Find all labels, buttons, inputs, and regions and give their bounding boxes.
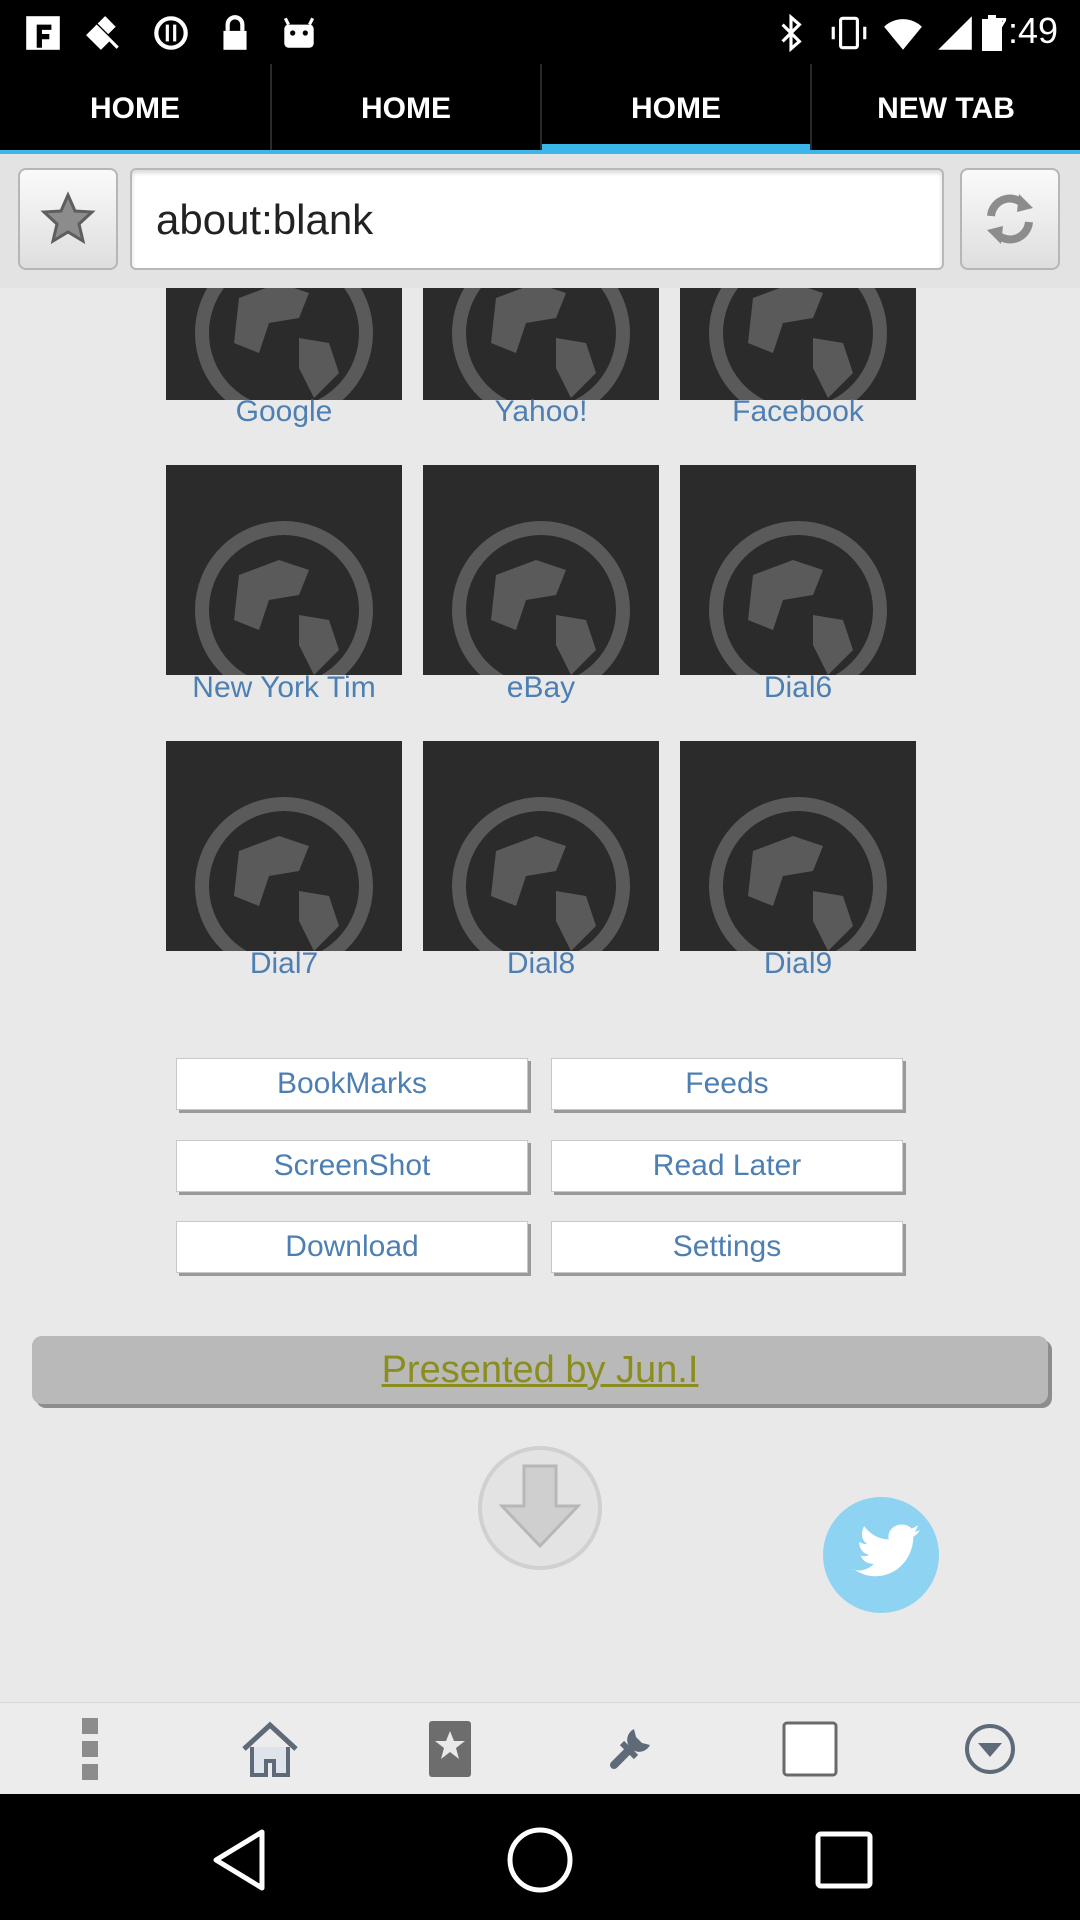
presented-by-banner[interactable]: Presented by Jun.I: [32, 1336, 1048, 1404]
speed-dial-tile-nytimes[interactable]: [166, 465, 402, 675]
overflow-menu-button[interactable]: [54, 1713, 126, 1785]
tab-home-1[interactable]: HOME: [0, 64, 270, 154]
home-icon: [242, 1721, 298, 1777]
button-label: Feeds: [685, 1067, 769, 1100]
refresh-button[interactable]: [960, 168, 1060, 270]
overflow-menu-icon: [82, 1718, 98, 1780]
speed-dial-tile-yahoo[interactable]: [423, 288, 659, 400]
bluetooth-icon: [781, 13, 802, 53]
star-icon: [40, 191, 96, 245]
twitter-bird-icon[interactable]: [822, 1496, 940, 1614]
globe-icon: [195, 521, 373, 675]
status-clock: 7:49: [987, 10, 1058, 51]
screenshot-button[interactable]: ScreenShot: [176, 1140, 528, 1192]
dropdown-circle-icon: [965, 1724, 1015, 1774]
button-label: ScreenShot: [273, 1149, 431, 1182]
tabs-button[interactable]: [774, 1713, 846, 1785]
lock-icon: [223, 15, 247, 50]
button-label: BookMarks: [276, 1067, 428, 1100]
globe-icon: [195, 288, 373, 400]
globe-icon: [452, 797, 630, 951]
globe-icon: [195, 797, 373, 951]
speed-dial-label[interactable]: Dial6: [680, 671, 916, 705]
button-label: Read Later: [652, 1149, 802, 1182]
button-label: Settings: [672, 1230, 782, 1263]
satellite-icon: [86, 16, 119, 50]
bookmark-star-button[interactable]: [18, 168, 118, 270]
speed-dial-label[interactable]: Dial7: [166, 947, 402, 981]
bottom-toolbar: [0, 1702, 1080, 1795]
bookmarks-button[interactable]: BookMarks: [176, 1058, 528, 1110]
speed-dial-tile-dial9[interactable]: [680, 741, 916, 951]
tab-label: NEW TAB: [877, 92, 1015, 125]
navigation-bar: [0, 1794, 1080, 1920]
speed-dial-tile-dial8[interactable]: [423, 741, 659, 951]
url-input[interactable]: about:blank: [130, 168, 944, 270]
speed-dial-label[interactable]: Yahoo!: [423, 395, 659, 429]
speed-dial-label[interactable]: Dial8: [423, 947, 659, 981]
status-bar: 7:49: [0, 0, 1080, 64]
tab-label: HOME: [361, 92, 451, 125]
speed-dial-label[interactable]: Facebook: [680, 395, 916, 429]
tab-home-2[interactable]: HOME: [270, 64, 540, 154]
wifi-icon: [884, 19, 922, 50]
presented-by-link[interactable]: Presented by Jun.I: [382, 1349, 699, 1392]
globe-icon: [709, 288, 887, 400]
download-arrow-icon[interactable]: [476, 1444, 604, 1572]
wrench-icon: [610, 1729, 650, 1769]
address-bar: about:blank: [0, 154, 1080, 288]
globe-icon: [452, 288, 630, 400]
back-icon[interactable]: [200, 1820, 280, 1900]
speed-dial-tile-ebay[interactable]: [423, 465, 659, 675]
speed-dial-label[interactable]: Google: [166, 395, 402, 429]
tools-button[interactable]: [594, 1713, 666, 1785]
bookmarks-toolbar-button[interactable]: [414, 1713, 486, 1785]
android-icon: [283, 17, 315, 48]
globe-icon: [709, 521, 887, 675]
speed-dial-tile-google[interactable]: [166, 288, 402, 400]
tab-bar: HOME HOME HOME NEW TAB: [0, 64, 1080, 154]
signal-icon: [938, 16, 972, 50]
dropdown-button[interactable]: [954, 1713, 1026, 1785]
tab-home-3-active[interactable]: HOME: [540, 64, 810, 154]
globe-icon: [709, 797, 887, 951]
settings-button[interactable]: Settings: [551, 1221, 903, 1273]
speed-dial-label[interactable]: Dial9: [680, 947, 916, 981]
download-button[interactable]: Download: [176, 1221, 528, 1273]
button-label: Download: [285, 1230, 419, 1263]
tab-label: HOME: [631, 92, 721, 125]
speed-dial-label[interactable]: New York Tim: [166, 671, 402, 705]
home-button[interactable]: [234, 1713, 306, 1785]
sync-icon: [154, 16, 188, 50]
speed-dial-label[interactable]: eBay: [423, 671, 659, 705]
url-text: about:blank: [156, 196, 374, 243]
vibrate-icon: [831, 16, 867, 50]
globe-icon: [452, 521, 630, 675]
fake-gps-icon: [26, 16, 60, 50]
refresh-icon: [987, 194, 1033, 244]
speed-dial-tile-dial6[interactable]: [680, 465, 916, 675]
speed-dial-tile-dial7[interactable]: [166, 741, 402, 951]
tabs-square-icon: [782, 1721, 838, 1777]
feeds-button[interactable]: Feeds: [551, 1058, 903, 1110]
tab-new-tab[interactable]: NEW TAB: [810, 64, 1080, 154]
speed-dial-tile-facebook[interactable]: [680, 288, 916, 400]
bookmark-icon: [429, 1721, 471, 1777]
recents-icon[interactable]: [804, 1820, 884, 1900]
tab-label: HOME: [90, 92, 180, 125]
home-circle-icon[interactable]: [500, 1820, 580, 1900]
read-later-button[interactable]: Read Later: [551, 1140, 903, 1192]
